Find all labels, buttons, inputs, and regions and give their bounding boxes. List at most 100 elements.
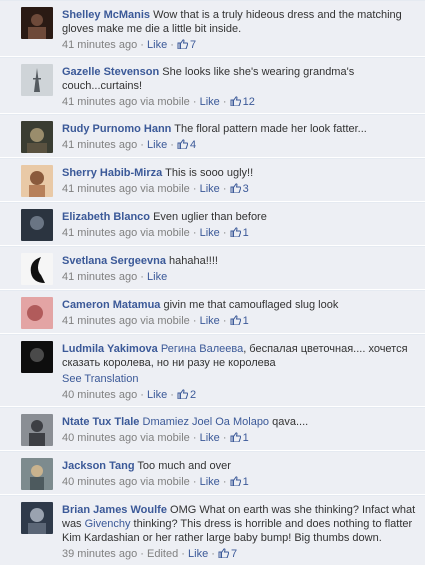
comment-meta: 41 minutes ago · Like · 7: [62, 39, 197, 51]
thumbs-up-icon: [230, 183, 241, 193]
comment-via: via mobile: [140, 227, 190, 239]
like-count-value: 12: [242, 96, 255, 108]
thumbs-up-icon: [177, 139, 188, 149]
like-count[interactable]: 1: [230, 315, 249, 327]
like-count[interactable]: 7: [177, 39, 196, 51]
comment-author[interactable]: Rudy Purnomo Hann: [62, 123, 171, 135]
comment-time[interactable]: 40 minutes ago: [62, 389, 137, 401]
like-count[interactable]: 12: [230, 96, 255, 108]
comment-author[interactable]: Sherry Habib-Mirza: [62, 167, 162, 179]
avatar[interactable]: [21, 414, 53, 446]
mentioned-user-link[interactable]: Dmamiez Joel Oa Molapo: [143, 416, 270, 428]
avatar[interactable]: [21, 458, 53, 490]
thumbs-up-icon: [230, 315, 241, 325]
avatar[interactable]: [21, 297, 53, 329]
thumbs-up-icon: [230, 96, 241, 106]
avatar[interactable]: [21, 341, 53, 373]
comment-author[interactable]: Shelley McManis: [62, 9, 150, 21]
mentioned-user-link[interactable]: Регина Валеева: [161, 343, 243, 355]
avatar[interactable]: [21, 165, 53, 197]
avatar[interactable]: [21, 64, 53, 96]
like-count[interactable]: 3: [230, 183, 249, 195]
like-button[interactable]: Like: [147, 389, 167, 401]
comment-meta: 41 minutes ago · Like: [62, 271, 168, 283]
like-button[interactable]: Like: [200, 432, 220, 444]
comment-meta: 40 minutes ago · Like · 2: [62, 389, 197, 401]
comment-item: Shelley McManis Wow that is a truly hide…: [0, 0, 425, 57]
comment-text: This is sooo ugly!!: [165, 167, 254, 179]
comment-item: Jackson Tang Too much and over 40 minute…: [0, 451, 425, 495]
like-count-value: 7: [231, 548, 238, 560]
like-count[interactable]: 1: [230, 432, 249, 444]
like-count[interactable]: 7: [218, 548, 237, 560]
like-count-value: 2: [190, 389, 197, 401]
thumbs-up-icon: [230, 227, 241, 237]
thumbs-up-icon: [218, 548, 229, 558]
comment-time[interactable]: 39 minutes ago: [62, 548, 137, 560]
comment-author[interactable]: Elizabeth Blanco: [62, 211, 150, 223]
like-button[interactable]: Like: [200, 96, 220, 108]
comment-item: Brian James Woulfe OMG What on earth was…: [0, 495, 425, 566]
like-count-value: 4: [190, 139, 197, 151]
comment-item: Ludmila Yakimova Регина Валеева, беспала…: [0, 334, 425, 407]
comment-via: via mobile: [140, 183, 190, 195]
edited-label[interactable]: Edited: [147, 548, 178, 560]
comment-author[interactable]: Ludmila Yakimova: [62, 343, 158, 355]
comment-time[interactable]: 41 minutes ago: [62, 315, 137, 327]
mentioned-page-link[interactable]: Givenchy: [85, 518, 131, 530]
like-count-value: 1: [242, 476, 249, 488]
thumbs-up-icon: [177, 39, 188, 49]
comment-via: via mobile: [140, 432, 190, 444]
like-button[interactable]: Like: [147, 39, 167, 51]
comment-time[interactable]: 41 minutes ago: [62, 139, 137, 151]
comment-via: via mobile: [140, 315, 190, 327]
like-button[interactable]: Like: [200, 476, 220, 488]
like-button[interactable]: Like: [200, 183, 220, 195]
comment-via: via mobile: [140, 476, 190, 488]
comment-author[interactable]: Ntate Tux Tlale: [62, 416, 139, 428]
comment-text: The floral pattern made her look fatter.…: [174, 123, 367, 135]
comment-list: Shelley McManis Wow that is a truly hide…: [0, 0, 425, 566]
like-count[interactable]: 4: [177, 139, 196, 151]
like-button[interactable]: Like: [188, 548, 208, 560]
comment-meta: 41 minutes ago via mobile · Like · 12: [62, 96, 255, 108]
comment-author[interactable]: Cameron Matamua: [62, 299, 160, 311]
comment-time[interactable]: 41 minutes ago: [62, 96, 137, 108]
avatar[interactable]: [21, 209, 53, 241]
avatar[interactable]: [21, 121, 53, 153]
like-count-value: 7: [190, 39, 197, 51]
comment-time[interactable]: 41 minutes ago: [62, 39, 137, 51]
comment-meta: 41 minutes ago via mobile · Like · 1: [62, 227, 249, 239]
comment-time[interactable]: 41 minutes ago: [62, 227, 137, 239]
comment-time[interactable]: 41 minutes ago: [62, 183, 137, 195]
see-translation-link[interactable]: See Translation: [62, 372, 417, 386]
comment-author[interactable]: Svetlana Sergeevna: [62, 255, 166, 267]
comment-time[interactable]: 40 minutes ago: [62, 476, 137, 488]
like-button[interactable]: Like: [147, 139, 167, 151]
comment-author[interactable]: Jackson Tang: [62, 460, 135, 472]
thumbs-up-icon: [230, 476, 241, 486]
comment-time[interactable]: 40 minutes ago: [62, 432, 137, 444]
comment-author[interactable]: Brian James Woulfe: [62, 504, 167, 516]
like-count-value: 1: [242, 227, 249, 239]
comment-text: Even uglier than before: [153, 211, 267, 223]
comment-meta: 41 minutes ago via mobile · Like · 1: [62, 315, 249, 327]
avatar[interactable]: [21, 502, 53, 534]
comment-meta: 41 minutes ago · Like · 4: [62, 139, 197, 151]
like-button[interactable]: Like: [200, 227, 220, 239]
comment-text: givin me that camouflaged slug look: [163, 299, 339, 311]
like-count[interactable]: 1: [230, 227, 249, 239]
comment-time[interactable]: 41 minutes ago: [62, 271, 137, 283]
like-button[interactable]: Like: [200, 315, 220, 327]
like-count[interactable]: 1: [230, 476, 249, 488]
thumbs-up-icon: [230, 432, 241, 442]
comment-item: Ntate Tux Tlale Dmamiez Joel Oa Molapo q…: [0, 407, 425, 451]
comment-item: Svetlana Sergeevna hahaha!!!! 41 minutes…: [0, 246, 425, 290]
comment-item: Gazelle Stevenson She looks like she's w…: [0, 57, 425, 114]
like-button[interactable]: Like: [147, 271, 167, 283]
avatar[interactable]: [21, 253, 53, 285]
comment-author[interactable]: Gazelle Stevenson: [62, 66, 159, 78]
avatar[interactable]: [21, 7, 53, 39]
like-count[interactable]: 2: [177, 389, 196, 401]
comment-item: Cameron Matamua givin me that camouflage…: [0, 290, 425, 334]
